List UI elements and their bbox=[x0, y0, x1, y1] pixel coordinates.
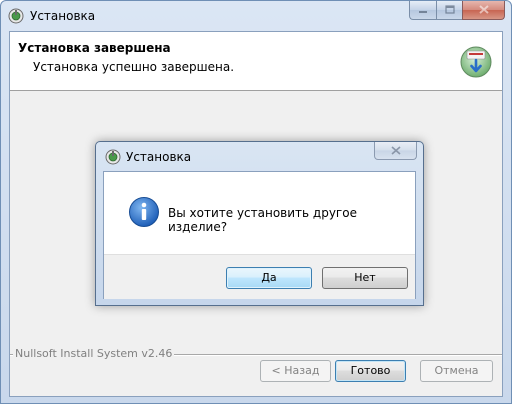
close-button[interactable] bbox=[462, 1, 505, 20]
minimize-icon bbox=[418, 3, 428, 17]
branding-divider: Nullsoft Install System v2.46 bbox=[10, 348, 502, 360]
dialog-message: Вы хотите установить другое изделие? bbox=[168, 206, 357, 234]
yes-button[interactable]: Да bbox=[226, 267, 312, 289]
header-panel: Установка завершена Установка успешно за… bbox=[10, 32, 502, 91]
installer-app-icon bbox=[8, 8, 24, 24]
dialog-title: Установка bbox=[126, 150, 192, 164]
maximize-icon bbox=[444, 3, 455, 17]
maximize-button[interactable] bbox=[436, 1, 462, 20]
back-button[interactable]: < Назад bbox=[260, 360, 331, 382]
cancel-button[interactable]: Отмена bbox=[420, 360, 493, 382]
no-button[interactable]: Нет bbox=[322, 267, 408, 289]
dialog-close-button[interactable] bbox=[374, 142, 417, 160]
close-icon bbox=[478, 3, 489, 17]
title-bar[interactable]: Установка bbox=[1, 1, 511, 31]
close-icon bbox=[390, 144, 401, 158]
dialog-body: Вы хотите установить другое изделие? Да … bbox=[103, 171, 416, 299]
window-title: Установка bbox=[30, 9, 96, 23]
info-icon bbox=[128, 196, 160, 228]
message-box: Установка Вы хотите установить другое из… bbox=[95, 141, 424, 306]
done-button[interactable]: Готово bbox=[335, 360, 406, 382]
installer-app-icon bbox=[105, 149, 121, 165]
page-title: Установка завершена bbox=[18, 41, 171, 55]
branding-text: Nullsoft Install System v2.46 bbox=[13, 347, 175, 360]
page-subtitle: Установка успешно завершена. bbox=[33, 60, 235, 74]
caption-buttons bbox=[409, 1, 505, 20]
minimize-button[interactable] bbox=[409, 1, 436, 20]
dialog-title-bar[interactable]: Установка bbox=[96, 142, 423, 171]
installer-logo-icon bbox=[459, 45, 493, 79]
